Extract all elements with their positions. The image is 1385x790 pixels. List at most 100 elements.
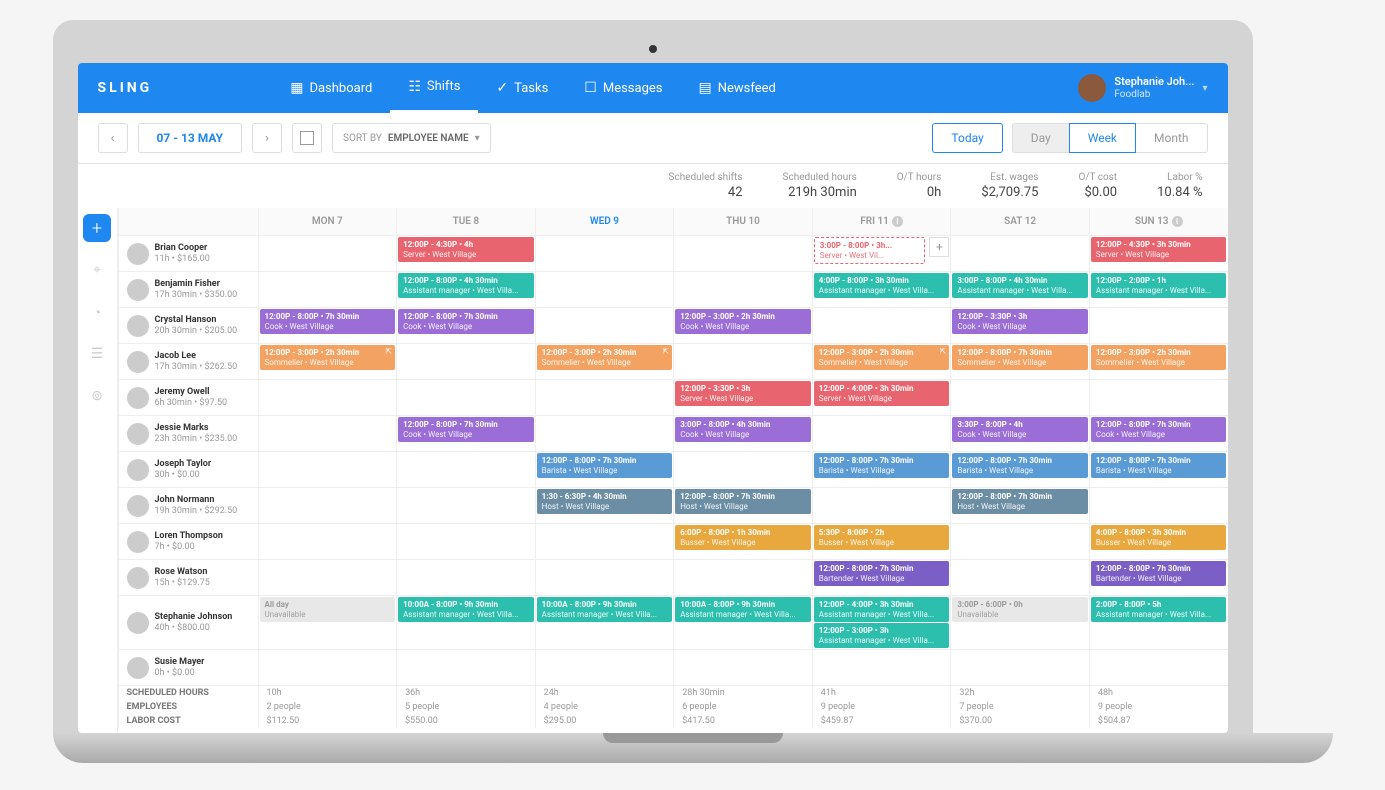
schedule-cell[interactable]: 12:00P - 3:00P • 2h 30minSommelier • Wes…	[258, 344, 397, 379]
schedule-cell[interactable]: 4:00P - 8:00P • 3h 30minAssistant manage…	[812, 272, 951, 307]
schedule-cell[interactable]: 12:00P - 3:30P • 3hCook • West Village	[950, 308, 1089, 343]
shift-block[interactable]: 12:00P - 8:00P • 7h 30minCook • West Vil…	[398, 309, 534, 334]
schedule-cell[interactable]	[535, 560, 674, 595]
employee-cell[interactable]: Susie Mayer0h • $0.00	[118, 650, 258, 685]
schedule-cell[interactable]	[535, 416, 674, 451]
employee-cell[interactable]: Crystal Hanson20h 30min • $205.00	[118, 308, 258, 343]
sort-dropdown[interactable]: SORT BY EMPLOYEE NAME ▾	[332, 123, 491, 153]
schedule-cell[interactable]	[812, 488, 951, 523]
shift-block[interactable]: 12:00P - 3:00P • 2h 30minSommelier • Wes…	[1091, 345, 1227, 370]
shift-block[interactable]: 6:00P - 8:00P • 1h 30minBusser • West Vi…	[675, 525, 811, 550]
shift-block[interactable]: 12:00P - 3:30P • 3hCook • West Village	[952, 309, 1088, 334]
add-shift-button[interactable]: +	[83, 214, 111, 242]
next-week-button[interactable]: ›	[252, 123, 282, 153]
schedule-cell[interactable]: 3:30P - 8:00P • 4hCook • West Village	[950, 416, 1089, 451]
schedule-cell[interactable]: 3:00P - 8:00P • 4h 30minAssistant manage…	[950, 272, 1089, 307]
shift-block[interactable]: 10:00A - 8:00P • 9h 30minAssistant manag…	[398, 597, 534, 622]
schedule-cell[interactable]	[812, 308, 951, 343]
shift-block[interactable]: 12:00P - 8:00P • 7h 30minHost • West Vil…	[675, 489, 811, 514]
schedule-cell[interactable]	[950, 380, 1089, 415]
shift-block[interactable]: 3:00P - 8:00P • 4h 30minAssistant manage…	[952, 273, 1088, 298]
shift-block[interactable]: All dayUnavailable	[260, 597, 396, 622]
employee-cell[interactable]: Loren Thompson7h • $0.00	[118, 524, 258, 559]
schedule-cell[interactable]	[258, 452, 397, 487]
location-icon[interactable]: ⌖	[83, 256, 111, 284]
add-shift-button[interactable]: +	[929, 237, 949, 257]
schedule-cell[interactable]: 4:00P - 8:00P • 3h 30minBusser • West Vi…	[1089, 524, 1228, 559]
schedule-cell[interactable]: 3:00P - 8:00P • 4h 30minCook • West Vill…	[673, 416, 812, 451]
schedule-cell[interactable]: 12:00P - 2:00P • 1hAssistant manager • W…	[1089, 272, 1228, 307]
schedule-cell[interactable]: 12:00P - 8:00P • 7h 30minCook • West Vil…	[396, 416, 535, 451]
schedule-cell[interactable]	[812, 650, 951, 685]
schedule-cell[interactable]	[258, 416, 397, 451]
employee-cell[interactable]: Jeremy Owell6h 30min • $97.50	[118, 380, 258, 415]
schedule-cell[interactable]: 12:00P - 8:00P • 7h 30minSommelier • Wes…	[950, 344, 1089, 379]
schedule-cell[interactable]	[258, 488, 397, 523]
list-icon[interactable]: ☰	[83, 340, 111, 368]
schedule-cell[interactable]	[535, 650, 674, 685]
schedule-cell[interactable]	[396, 344, 535, 379]
schedule-cell[interactable]	[396, 650, 535, 685]
schedule-cell[interactable]	[258, 524, 397, 559]
schedule-cell[interactable]: 12:00P - 8:00P • 7h 30minCook • West Vil…	[396, 308, 535, 343]
schedule-cell[interactable]	[258, 380, 397, 415]
nav-messages[interactable]: ☐Messages	[566, 63, 680, 113]
schedule-cell[interactable]	[673, 344, 812, 379]
schedule-cell[interactable]	[396, 380, 535, 415]
shift-block[interactable]: 12:00P - 4:30P • 4hServer • West Village	[398, 237, 534, 262]
shift-block[interactable]: 12:00P - 3:00P • 2h 30minCook • West Vil…	[675, 309, 811, 334]
copy-schedule-button[interactable]	[292, 123, 322, 153]
schedule-cell[interactable]	[950, 650, 1089, 685]
schedule-cell[interactable]	[673, 236, 812, 271]
shift-block[interactable]: 12:00P - 3:00P • 2h 30minSommelier • Wes…	[260, 345, 396, 370]
shift-block[interactable]: 12:00P - 8:00P • 7h 30minBarista • West …	[537, 453, 673, 478]
shift-block[interactable]: 12:00P - 8:00P • 7h 30minBartender • Wes…	[814, 561, 950, 586]
user-menu[interactable]: Stephanie Joh... Foodlab ▾	[1078, 74, 1207, 102]
schedule-cell[interactable]: 12:00P - 3:30P • 3hServer • West Village	[673, 380, 812, 415]
schedule-cell[interactable]	[535, 524, 674, 559]
shift-block[interactable]: 3:00P - 8:00P • 3h...Server • West Vil..…	[814, 237, 926, 264]
shift-block[interactable]: 4:00P - 8:00P • 3h 30minBusser • West Vi…	[1091, 525, 1227, 550]
schedule-cell[interactable]: 12:00P - 8:00P • 7h 30minCook • West Vil…	[258, 308, 397, 343]
shift-block[interactable]: 12:00P - 3:30P • 3hServer • West Village	[675, 381, 811, 406]
shift-block[interactable]: 12:00P - 8:00P • 7h 30minBarista • West …	[952, 453, 1088, 478]
schedule-cell[interactable]: 12:00P - 8:00P • 7h 30minBarista • West …	[535, 452, 674, 487]
schedule-cell[interactable]: 12:00P - 4:30P • 3h 30minServer • West V…	[1089, 236, 1228, 271]
employee-cell[interactable]: Rose Watson15h • $129.75	[118, 560, 258, 595]
schedule-cell[interactable]	[950, 524, 1089, 559]
schedule-cell[interactable]	[950, 560, 1089, 595]
schedule-cell[interactable]	[535, 236, 674, 271]
schedule-cell[interactable]: 10:00A - 8:00P • 9h 30minAssistant manag…	[535, 596, 674, 649]
shift-block[interactable]: 12:00P - 4:30P • 3h 30minServer • West V…	[1091, 237, 1227, 262]
schedule-cell[interactable]: 12:00P - 3:00P • 2h 30minCook • West Vil…	[673, 308, 812, 343]
shift-block[interactable]: 12:00P - 8:00P • 4h 30minAssistant manag…	[398, 273, 534, 298]
schedule-cell[interactable]: 3:00P - 8:00P • 3h...Server • West Vil..…	[812, 236, 951, 271]
shift-block[interactable]: 10:00A - 8:00P • 9h 30minAssistant manag…	[537, 597, 673, 622]
schedule-cell[interactable]: 12:00P - 3:00P • 2h 30minSommelier • Wes…	[535, 344, 674, 379]
shift-block[interactable]: 12:00P - 3:00P • 2h 30minSommelier • Wes…	[537, 345, 673, 370]
shift-block[interactable]: 12:00P - 8:00P • 7h 30minHost • West Vil…	[952, 489, 1088, 514]
schedule-cell[interactable]: 12:00P - 4:00P • 3h 30minAssistant manag…	[812, 596, 951, 649]
employee-cell[interactable]: Stephanie Johnson40h • $800.00	[118, 596, 258, 649]
schedule-cell[interactable]: All dayUnavailable	[258, 596, 397, 649]
month-view-button[interactable]: Month	[1135, 123, 1207, 153]
nav-shifts[interactable]: ☷Shifts	[390, 63, 478, 113]
shift-block[interactable]: 3:00P - 8:00P • 4h 30minCook • West Vill…	[675, 417, 811, 442]
schedule-cell[interactable]: 12:00P - 4:30P • 4hServer • West Village	[396, 236, 535, 271]
schedule-cell[interactable]	[1089, 650, 1228, 685]
nav-newsfeed[interactable]: ▤Newsfeed	[680, 63, 793, 113]
shift-block[interactable]: 1:30 - 6:30P • 4h 30minHost • West Villa…	[537, 489, 673, 514]
people-icon[interactable]: ◔	[83, 298, 111, 326]
schedule-cell[interactable]	[1089, 380, 1228, 415]
schedule-cell[interactable]	[673, 272, 812, 307]
shift-block[interactable]: 12:00P - 4:00P • 3h 30minServer • West V…	[814, 381, 950, 406]
schedule-cell[interactable]: 12:00P - 8:00P • 7h 30minCook • West Vil…	[1089, 416, 1228, 451]
employee-cell[interactable]: Joseph Taylor30h • $0.00	[118, 452, 258, 487]
shift-block[interactable]: 10:00A - 8:00P • 9h 30minAssistant manag…	[675, 597, 811, 622]
schedule-cell[interactable]	[396, 560, 535, 595]
shift-block[interactable]: 2:00P - 8:00P • 5hAssistant manager • We…	[1091, 597, 1227, 622]
employee-cell[interactable]: John Normann19h 30min • $292.50	[118, 488, 258, 523]
prev-week-button[interactable]: ‹	[98, 123, 128, 153]
schedule-cell[interactable]: 12:00P - 4:00P • 3h 30minServer • West V…	[812, 380, 951, 415]
schedule-cell[interactable]: 2:00P - 8:00P • 5hAssistant manager • We…	[1089, 596, 1228, 649]
